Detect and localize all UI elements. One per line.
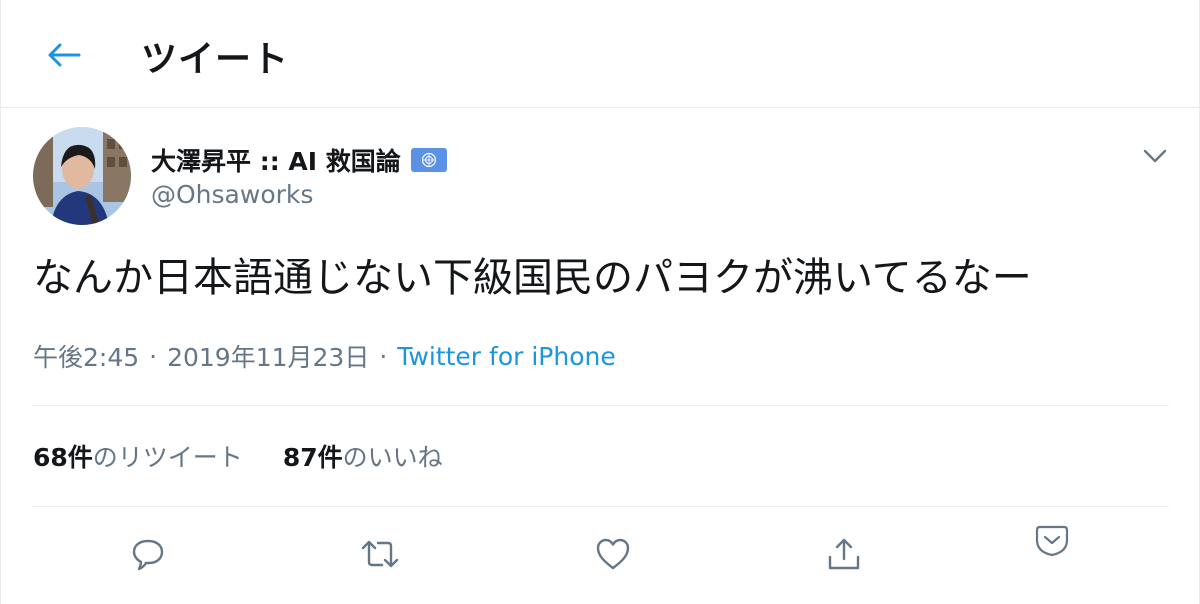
- reply-button[interactable]: [126, 532, 170, 576]
- avatar[interactable]: [33, 127, 131, 225]
- tweet-date[interactable]: 2019年11月23日: [167, 338, 369, 374]
- meta-separator: ·: [379, 341, 388, 371]
- author-display-name[interactable]: 大澤昇平 :: AI 救国論: [151, 142, 401, 178]
- retweet-button[interactable]: [358, 532, 402, 576]
- share-icon: [828, 538, 860, 570]
- tweet-meta: 午後2:45 · 2019年11月23日 · Twitter for iPhon…: [33, 336, 616, 376]
- un-flag-icon: [410, 148, 447, 172]
- tweet-text: なんか日本語通じない下級国民のパヨクが沸いてるなー: [33, 255, 1032, 301]
- likes-count: 87件: [282, 443, 343, 472]
- likes-label: のいいね: [342, 443, 443, 472]
- chevron-down-icon: [1143, 149, 1167, 163]
- more-caret-icon: [1035, 525, 1069, 557]
- author-handle[interactable]: @Ohsaworks: [151, 180, 313, 209]
- divider: [33, 405, 1169, 406]
- tweet-source-link[interactable]: Twitter for iPhone: [397, 342, 615, 371]
- retweets-stat[interactable]: 68件 のリツイート: [33, 438, 243, 474]
- page-header: ツイート: [1, 0, 1200, 108]
- likes-stat[interactable]: 87件 のいいね: [283, 438, 443, 474]
- avatar-image: [33, 127, 131, 225]
- arrow-left-icon: [48, 43, 81, 67]
- tweet-time[interactable]: 午後2:45: [33, 338, 139, 374]
- author-name-row[interactable]: 大澤昇平 :: AI 救国論: [151, 140, 447, 180]
- retweets-count: 68件: [33, 443, 93, 472]
- page-title: ツイート: [141, 39, 290, 80]
- retweet-icon: [361, 540, 399, 568]
- share-button[interactable]: [822, 532, 866, 576]
- back-button[interactable]: [41, 32, 87, 78]
- more-actions-button[interactable]: [1030, 518, 1074, 562]
- tweet-page: ツイート 大澤昇平 :: AI 救国論 @Ohsaworks なんか日本語通じな…: [0, 0, 1200, 604]
- more-options-button[interactable]: [1137, 138, 1173, 174]
- like-button[interactable]: [591, 532, 635, 576]
- like-icon: [596, 538, 630, 570]
- meta-separator: ·: [149, 341, 158, 371]
- tweet-stats: 68件 のリツイート 87件 のいいね: [33, 436, 443, 476]
- retweets-label: のリツイート: [92, 443, 243, 472]
- reply-icon: [132, 539, 164, 571]
- divider: [33, 506, 1169, 507]
